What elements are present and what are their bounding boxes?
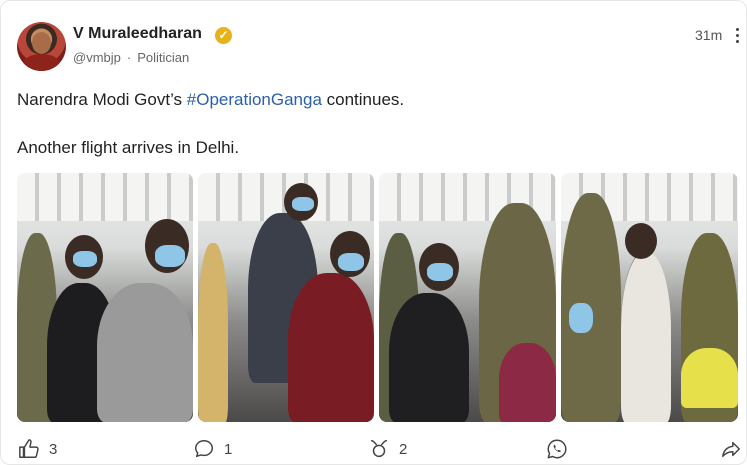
face-mask bbox=[569, 303, 593, 333]
repost-count: 2 bbox=[399, 440, 408, 458]
person-woman-grey bbox=[97, 283, 193, 422]
post-photo-1[interactable] bbox=[17, 173, 193, 422]
comment-count: 1 bbox=[224, 440, 233, 458]
face-mask bbox=[73, 251, 97, 267]
share-arrow-icon bbox=[722, 441, 740, 458]
face-mask bbox=[155, 245, 185, 267]
comment-button[interactable]: 1 bbox=[193, 437, 232, 461]
post-text-line2: Another flight arrives in Delhi. bbox=[17, 138, 240, 157]
like-button[interactable]: 3 bbox=[18, 437, 57, 461]
photo-ceiling bbox=[17, 173, 193, 221]
share-button[interactable] bbox=[720, 437, 747, 461]
post-text-suffix: continues. bbox=[321, 90, 405, 109]
avatar-face bbox=[32, 32, 51, 54]
repost-icon bbox=[370, 440, 388, 458]
author-subline: @vmbjp · Politician bbox=[73, 50, 189, 65]
person-background bbox=[198, 243, 228, 422]
repost-button[interactable]: 2 bbox=[368, 437, 407, 461]
whatsapp-icon bbox=[547, 439, 567, 459]
avatar-body bbox=[23, 54, 60, 71]
post-photo-4[interactable] bbox=[561, 173, 738, 422]
post-photo-2[interactable] bbox=[198, 173, 374, 422]
face-mask bbox=[427, 263, 453, 281]
person-woman-black bbox=[389, 293, 469, 422]
more-options-icon[interactable] bbox=[731, 25, 745, 45]
author-handle[interactable]: @vmbjp bbox=[73, 50, 121, 65]
separator-dot: · bbox=[126, 50, 132, 65]
person-woman-white bbox=[621, 253, 671, 422]
post-timestamp[interactable]: 31m bbox=[695, 27, 722, 43]
hashtag-link[interactable]: #OperationGanga bbox=[187, 90, 322, 109]
person-head bbox=[625, 223, 657, 259]
face-mask bbox=[292, 197, 314, 211]
post-card: V Muraleedharan ✓ @vmbjp · Politician 31m … bbox=[0, 0, 747, 465]
post-text-line1: Narendra Modi Govt’s #OperationGanga con… bbox=[17, 90, 404, 110]
author-avatar[interactable] bbox=[17, 22, 66, 71]
luggage-bag bbox=[499, 343, 556, 422]
post-text-prefix: Narendra Modi Govt’s bbox=[17, 90, 187, 109]
author-role: Politician bbox=[137, 50, 190, 65]
face-mask bbox=[338, 253, 364, 271]
post-photo-3[interactable] bbox=[379, 173, 556, 422]
thumbs-up-icon bbox=[19, 439, 39, 458]
luggage-bag bbox=[681, 348, 738, 408]
person-woman-red bbox=[288, 273, 374, 422]
like-count: 3 bbox=[49, 440, 58, 458]
whatsapp-share-button[interactable] bbox=[546, 437, 577, 461]
verified-badge-icon: ✓ bbox=[215, 27, 232, 44]
comment-icon bbox=[195, 440, 213, 458]
author-name[interactable]: V Muraleedharan bbox=[73, 25, 202, 43]
